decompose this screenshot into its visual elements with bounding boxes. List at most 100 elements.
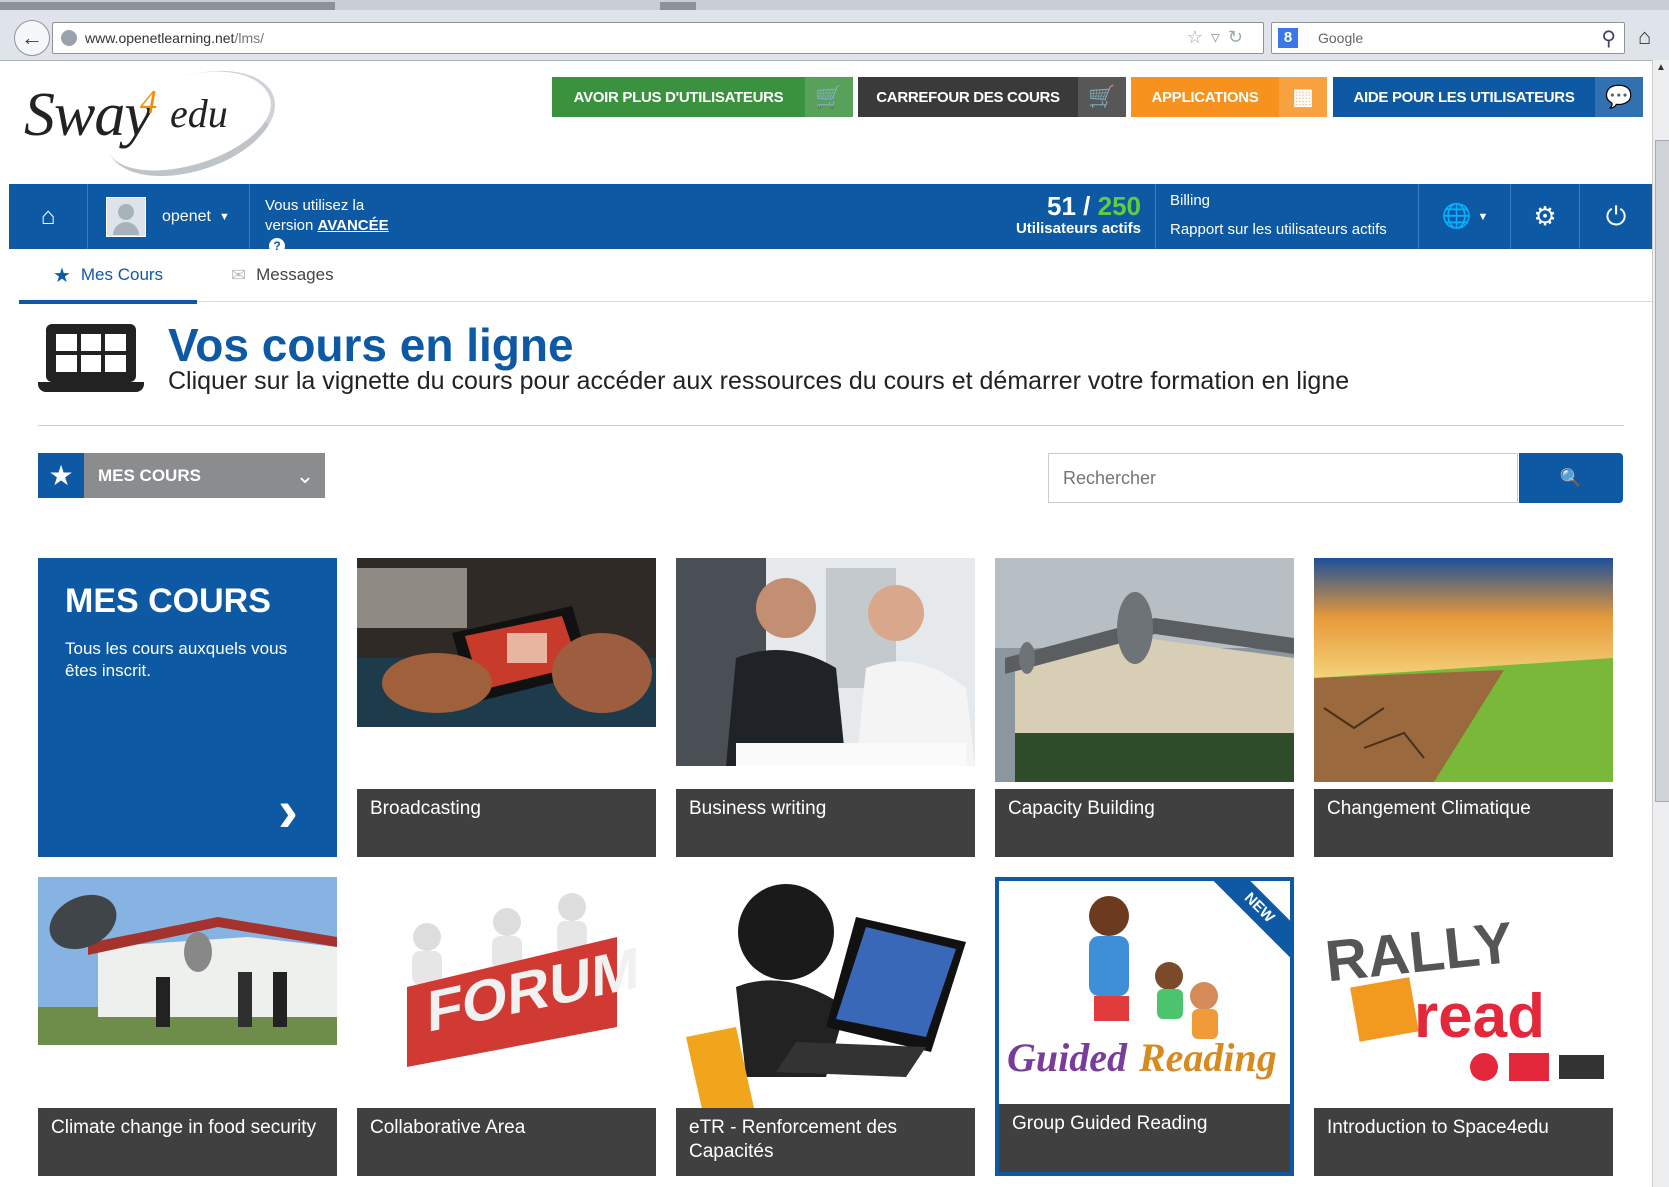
- back-button[interactable]: ←: [14, 20, 50, 56]
- content-tabs: ★ Mes Cours ✉ Messages: [19, 250, 1652, 304]
- course-filter-dropdown[interactable]: ★ MES COURS ⌄: [38, 453, 325, 498]
- google-icon: 8: [1278, 28, 1298, 48]
- course-tile-capacity-building[interactable]: Capacity Building: [995, 558, 1294, 857]
- applications-label: APPLICATIONS: [1151, 88, 1259, 106]
- magnifier-icon[interactable]: ⚲: [1601, 26, 1616, 51]
- user-menu[interactable]: openet ▼: [88, 184, 250, 249]
- course-title: eTR - Renforcement des Capacités: [676, 1108, 975, 1176]
- main-navbar: ⌂ openet ▼ Vous utilisez la version AVAN…: [9, 184, 1652, 255]
- active-users-report-link[interactable]: Rapport sur les utilisateurs actifs: [1170, 221, 1418, 238]
- course-title: Climate change in food security: [38, 1108, 337, 1176]
- version-line1: Vous utilisez la: [265, 197, 365, 214]
- tab-label: Mes Cours: [80, 265, 164, 284]
- gear-icon: ⚙: [1533, 201, 1557, 231]
- users-count: 51 / 250: [1047, 191, 1141, 221]
- my-courses-intro-tile[interactable]: MES COURS Tous les cours auxquels vous ê…: [38, 558, 337, 857]
- course-title: Broadcasting: [357, 789, 656, 857]
- course-thumbnail: [357, 558, 656, 727]
- version-prefix: version: [265, 217, 314, 234]
- active-users-counter: 51 / 250 Utilisateurs actifs: [989, 184, 1156, 249]
- svg-text:Guided: Guided: [1007, 1035, 1128, 1080]
- course-title: Business writing: [676, 789, 975, 857]
- course-marketplace-label: CARREFOUR DES COURS: [876, 88, 1060, 106]
- page-scrollbar[interactable]: ▲: [1652, 60, 1669, 1187]
- users-active: 51: [1047, 191, 1076, 221]
- star-icon: ★: [52, 264, 71, 287]
- chevron-down-icon: ⌄: [295, 462, 315, 488]
- more-users-button[interactable]: AVOIR PLUS D'UTILISATEURS 🛒: [552, 77, 853, 117]
- settings-button[interactable]: ⚙: [1511, 184, 1580, 249]
- intro-description: Tous les cours auxquels vous êtes inscri…: [65, 639, 288, 680]
- chevron-right-icon[interactable]: ›: [278, 776, 298, 845]
- course-title: Capacity Building: [995, 789, 1294, 857]
- star-icon: ★: [38, 453, 84, 498]
- sway4edu-logo[interactable]: Sway 4 edu: [20, 51, 289, 196]
- users-total: 250: [1097, 191, 1141, 221]
- course-title: Group Guided Reading: [999, 1104, 1290, 1172]
- course-thumbnail: [1314, 558, 1613, 782]
- tab-messages[interactable]: ✉ Messages: [231, 250, 371, 300]
- course-tile-collaborative-area[interactable]: FORUM Collaborative Area: [357, 877, 656, 1176]
- course-tile-changement-climatique[interactable]: Changement Climatique: [1314, 558, 1613, 857]
- bookmark-star-icon[interactable]: ☆▿↻: [1187, 27, 1251, 48]
- address-bar[interactable]: www.openetlearning.net/lms/ ☆▿↻: [52, 22, 1264, 54]
- billing-menu: Billing Rapport sur les utilisateurs act…: [1157, 184, 1419, 249]
- course-tile-broadcasting[interactable]: Broadcasting: [357, 558, 656, 857]
- version-info: Vous utilisez la version AVANCÉE?: [251, 184, 401, 255]
- logout-button[interactable]: ⏻: [1580, 184, 1652, 249]
- course-thumbnail: [676, 558, 975, 766]
- scroll-up-icon[interactable]: ▲: [1656, 62, 1666, 73]
- home-nav-button[interactable]: ⌂: [9, 184, 88, 249]
- laptop-icon: [38, 324, 144, 392]
- course-thumbnail: FORUM: [357, 877, 656, 1101]
- course-tile-climate-food-security[interactable]: Climate change in food security: [38, 877, 337, 1176]
- course-title: Changement Climatique: [1314, 789, 1613, 857]
- back-arrow-icon: ←: [21, 25, 43, 50]
- caret-down-icon: ▼: [1477, 210, 1489, 223]
- version-link[interactable]: AVANCÉE: [318, 217, 389, 234]
- search-input[interactable]: [1048, 453, 1518, 503]
- search-button[interactable]: 🔍: [1519, 453, 1623, 503]
- caret-down-icon: ▼: [218, 210, 230, 223]
- course-thumbnail: RALLY read: [1314, 877, 1613, 1101]
- cart-plus-icon: 🛒: [805, 77, 853, 117]
- chat-icon: 💬: [1595, 77, 1643, 117]
- course-tile-business-writing[interactable]: Business writing: [676, 558, 975, 857]
- browser-search-bar[interactable]: 8 Google ⚲: [1271, 22, 1625, 54]
- language-menu[interactable]: 🌐 ▼: [1420, 184, 1511, 249]
- search-engine-label: Google: [1318, 30, 1364, 46]
- course-tile-etr[interactable]: eTR - Renforcement des Capacités: [676, 877, 975, 1176]
- page-title: Vos cours en ligne: [168, 319, 574, 371]
- username: openet: [162, 207, 211, 225]
- course-thumbnail: [995, 558, 1294, 782]
- globe-icon: [61, 30, 77, 46]
- browser-tab[interactable]: [660, 2, 696, 10]
- tab-label: Messages: [256, 265, 334, 284]
- svg-text:Reading: Reading: [1138, 1035, 1277, 1080]
- course-tile-introduction-space4edu[interactable]: RALLY read Introduction to Space4edu: [1314, 877, 1613, 1176]
- browser-toolbar: ← www.openetlearning.net/lms/ ☆▿↻ 8 Goog…: [0, 0, 1669, 61]
- url-host: www.openetlearning.net: [85, 30, 235, 46]
- intro-title: MES COURS: [65, 582, 271, 620]
- tab-mes-cours[interactable]: ★ Mes Cours: [19, 250, 197, 304]
- page-subtitle: Cliquer sur la vignette du cours pour ac…: [168, 367, 1350, 395]
- url-text: www.openetlearning.net/lms/: [85, 30, 264, 46]
- globe-icon: 🌐: [1441, 203, 1472, 230]
- logo-edu: edu: [170, 91, 228, 136]
- search-icon: 🔍: [1559, 467, 1583, 488]
- user-help-button[interactable]: AIDE POUR LES UTILISATEURS 💬: [1333, 77, 1643, 117]
- course-thumbnail: [38, 877, 337, 1045]
- scrollbar-thumb[interactable]: [1655, 140, 1669, 802]
- logo-four: 4: [140, 84, 157, 121]
- billing-link[interactable]: Billing: [1170, 192, 1418, 209]
- divider: [38, 425, 1624, 426]
- url-path: /lms/: [234, 30, 264, 46]
- users-label: Utilisateurs actifs: [1015, 220, 1141, 237]
- browser-tab[interactable]: [0, 2, 335, 10]
- user-help-label: AIDE POUR LES UTILISATEURS: [1353, 88, 1575, 106]
- envelope-icon: ✉: [231, 264, 247, 285]
- applications-button[interactable]: APPLICATIONS ▦: [1131, 77, 1327, 117]
- course-marketplace-button[interactable]: CARREFOUR DES COURS 🛒: [858, 77, 1126, 117]
- course-tile-group-guided-reading[interactable]: Guided Reading NEW Group Guided Reading: [995, 877, 1294, 1176]
- home-icon[interactable]: ⌂: [1638, 24, 1651, 50]
